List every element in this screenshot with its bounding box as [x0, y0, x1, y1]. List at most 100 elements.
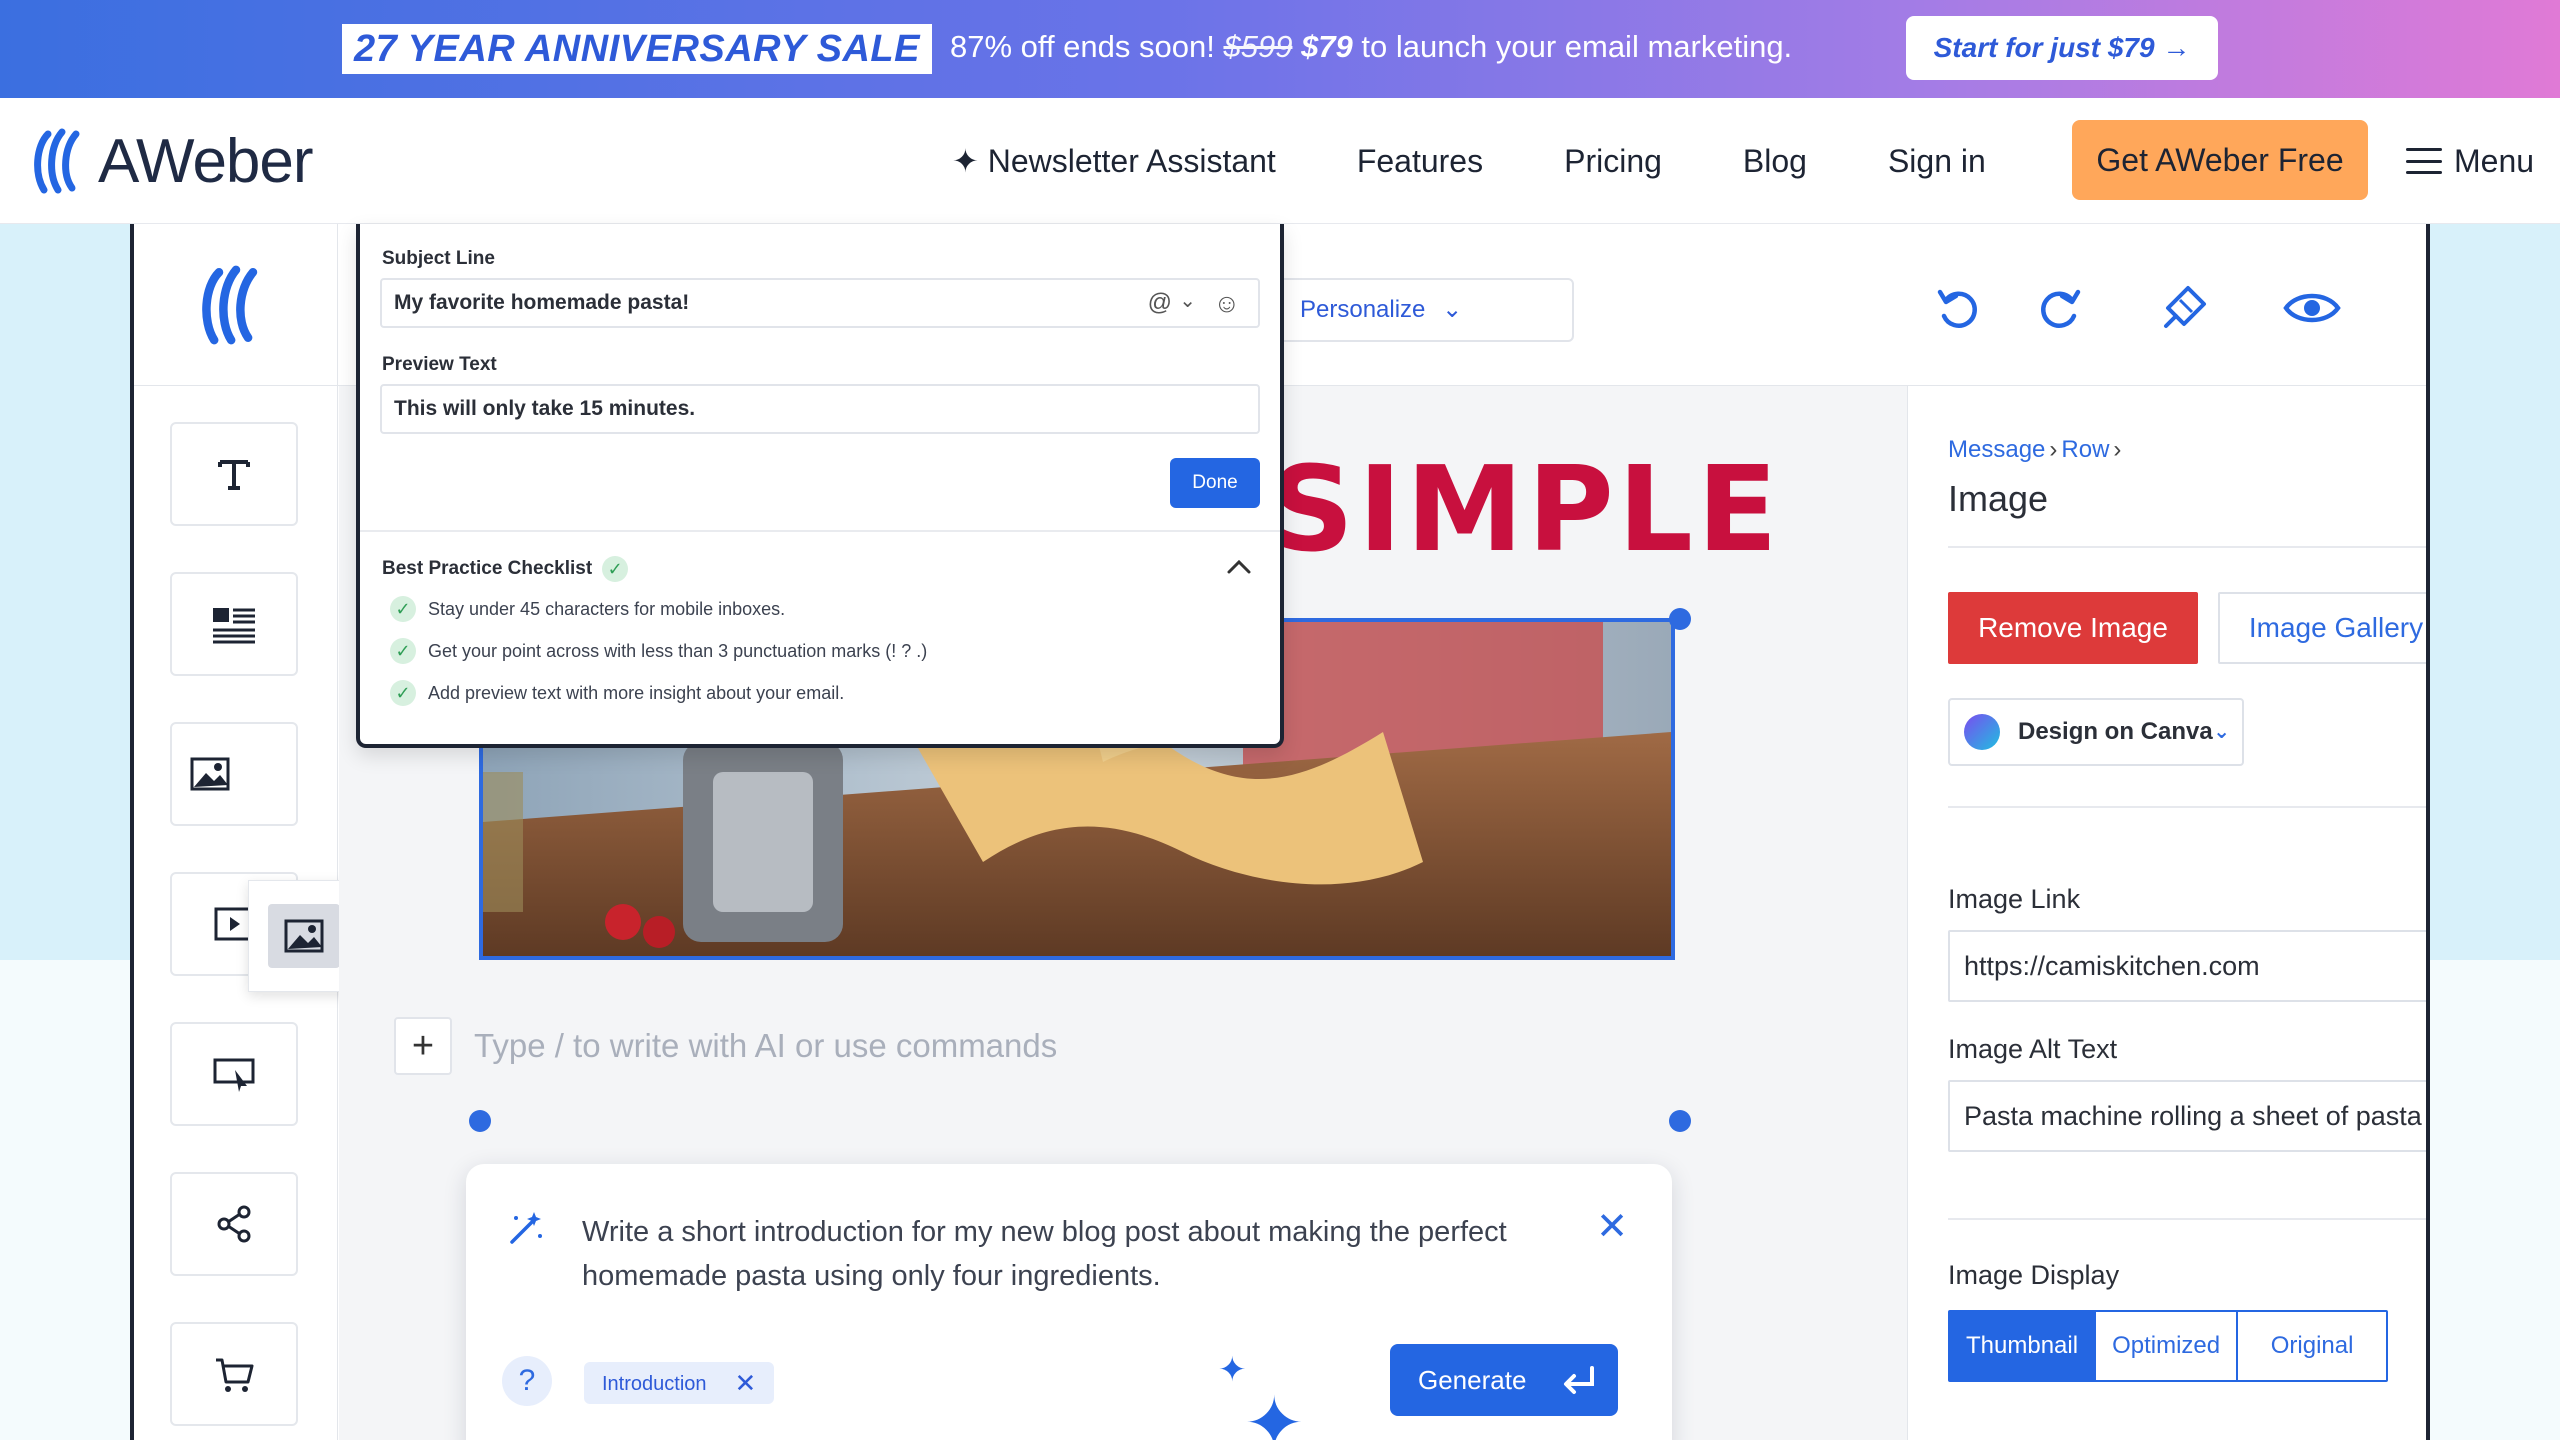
design-button[interactable] [2152, 276, 2216, 340]
chevron-down-icon[interactable]: ⌄ [1179, 278, 1196, 324]
resize-handle-bottom-right[interactable] [1669, 1110, 1691, 1132]
promo-banner: 27 YEAR ANNIVERSARY SALE 87% off ends so… [0, 0, 2560, 98]
subject-line-value: My favorite homemade pasta! [394, 291, 690, 314]
editor-logo [134, 224, 338, 386]
check-icon: ✓ [390, 596, 416, 622]
anniversary-sale-label: 27 YEAR ANNIVERSARY SALE [342, 24, 932, 74]
chevron-up-icon[interactable] [1226, 558, 1252, 576]
image-link-label: Image Link [1948, 884, 2081, 914]
image-gallery-button[interactable]: Image Gallery [2218, 592, 2426, 664]
resize-handle-bottom-left[interactable] [469, 1110, 491, 1132]
close-icon[interactable]: ✕ [1596, 1204, 1628, 1249]
article-block-icon [213, 608, 255, 644]
divider [1948, 806, 2426, 808]
subject-line-input[interactable]: My favorite homemade pasta! @ ⌄ ☺ [380, 278, 1260, 328]
image-block-tool[interactable] [170, 722, 298, 826]
display-option-thumbnail[interactable]: Thumbnail [1950, 1312, 2097, 1380]
image-block-drag-preview [268, 904, 340, 968]
ai-prompt-text[interactable]: Write a short introduction for my new bl… [582, 1210, 1562, 1298]
checklist-item: ✓ Stay under 45 characters for mobile inb… [390, 596, 785, 622]
promo-message: 87% off ends soon! $599 $79 to launch yo… [950, 27, 1792, 67]
undo-button[interactable] [1926, 276, 1990, 340]
resize-handle-top-right[interactable] [1669, 608, 1691, 630]
checklist-item: ✓ Get your point across with less than 3 … [390, 638, 927, 664]
divider [1948, 546, 2426, 548]
breadcrumb-row[interactable]: Row [2061, 436, 2109, 463]
image-link-input[interactable]: https://camiskitchen.com [1948, 930, 2426, 1002]
check-icon: ✓ [602, 556, 629, 582]
preview-eye-icon [2283, 293, 2341, 323]
button-block-icon [213, 1058, 255, 1092]
display-option-optimized[interactable]: Optimized [2096, 1312, 2239, 1380]
article-block-tool[interactable] [170, 572, 298, 676]
main-navigation: AWeber ✦ Newsletter Assistant Features P… [0, 98, 2560, 224]
design-on-canva-dropdown[interactable]: Design on Canva ⌄ [1948, 698, 2244, 766]
command-placeholder[interactable]: Type / to write with AI or use commands [474, 1027, 1057, 1065]
best-practice-checklist-header[interactable]: Best Practice Checklist ✓ [382, 556, 629, 582]
chevron-down-icon: ⌄ [2213, 721, 2230, 743]
get-aweber-free-button[interactable]: Get AWeber Free [2072, 120, 2368, 200]
display-option-original[interactable]: Original [2238, 1312, 2387, 1380]
preview-button[interactable] [2280, 276, 2344, 340]
divider [1948, 1218, 2426, 1220]
nav-links: ✦ Newsletter Assistant Features Pricing … [952, 98, 1986, 224]
ai-command-line[interactable]: + Type / to write with AI or use command… [394, 1016, 1057, 1076]
undo-icon [1937, 289, 1977, 328]
promo-old-price: $599 [1223, 29, 1293, 64]
generate-button[interactable]: Generate [1390, 1344, 1618, 1416]
promo-start-button[interactable]: Start for just $79 → [1906, 16, 2218, 80]
nav-blog[interactable]: Blog [1743, 143, 1807, 180]
button-block-tool[interactable] [170, 1022, 298, 1126]
subject-line-label: Subject Line [382, 248, 495, 269]
personalize-dropdown[interactable]: Personalize ⌄ [1264, 278, 1574, 342]
email-headline[interactable]: SIMPLE [1269, 440, 1782, 578]
menu-button[interactable]: Menu [2406, 98, 2534, 224]
redo-button[interactable] [2028, 276, 2092, 340]
nav-newsletter-assistant[interactable]: ✦ Newsletter Assistant [952, 142, 1276, 180]
mention-icon[interactable]: @ [1148, 280, 1172, 326]
menu-label: Menu [2454, 142, 2535, 179]
preview-text-input[interactable]: This will only take 15 minutes. [380, 384, 1260, 434]
checklist-title: Best Practice Checklist [382, 558, 593, 579]
content-blocks-sidebar [134, 386, 392, 1440]
social-share-tool[interactable] [170, 1172, 298, 1276]
text-block-tool[interactable] [170, 422, 298, 526]
ai-wand-icon [510, 1212, 542, 1244]
checklist-item-text: Stay under 45 characters for mobile inbo… [428, 598, 786, 619]
image-alt-text-input[interactable]: Pasta machine rolling a sheet of pasta [1948, 1080, 2426, 1152]
canva-label: Design on Canva [2018, 718, 2213, 745]
social-share-icon [217, 1205, 251, 1243]
subject-line-popover: Subject Line My favorite homemade pasta!… [356, 224, 1284, 748]
nav-pricing[interactable]: Pricing [1564, 143, 1662, 180]
image-display-toggle: Thumbnail Optimized Original [1948, 1310, 2389, 1382]
menu-icon [2406, 148, 2442, 174]
promo-new-price: $79 [1301, 29, 1353, 64]
add-block-button[interactable]: + [394, 1017, 452, 1075]
logo-wordmark: AWeber [98, 126, 314, 196]
done-button[interactable]: Done [1170, 458, 1260, 508]
checklist-item-text: Add preview text with more insight about… [428, 682, 845, 703]
aweber-logo-icon [201, 265, 257, 345]
sparkle-icon: ✦ [1244, 1384, 1305, 1440]
divider [360, 530, 1280, 532]
aweber-logo-icon [34, 128, 80, 194]
checklist-item: ✓ Add preview text with more insight abou… [390, 680, 844, 706]
breadcrumb-message[interactable]: Message [1948, 436, 2045, 463]
aweber-logo[interactable]: AWeber [30, 126, 314, 196]
check-icon: ✓ [390, 680, 416, 706]
ai-tone-chip[interactable]: Introduction ✕ [584, 1362, 775, 1404]
nav-features[interactable]: Features [1357, 143, 1483, 180]
breadcrumb-separator: › [2113, 436, 2122, 463]
product-block-tool[interactable] [170, 1322, 298, 1426]
sparkle-icon: ✦ [1218, 1351, 1247, 1389]
promo-message-prefix: 87% off ends soon! [950, 29, 1224, 64]
nav-sign-in[interactable]: Sign in [1888, 143, 1986, 180]
emoji-icon[interactable]: ☺ [1213, 280, 1240, 326]
generate-label: Generate [1418, 1365, 1527, 1395]
ai-help-button[interactable]: ? [502, 1356, 552, 1406]
ai-chip-label: Introduction [602, 1373, 707, 1395]
preview-text-label: Preview Text [382, 354, 497, 375]
close-icon[interactable]: ✕ [735, 1368, 757, 1398]
text-block-icon [218, 460, 250, 490]
remove-image-button[interactable]: Remove Image [1948, 592, 2198, 664]
